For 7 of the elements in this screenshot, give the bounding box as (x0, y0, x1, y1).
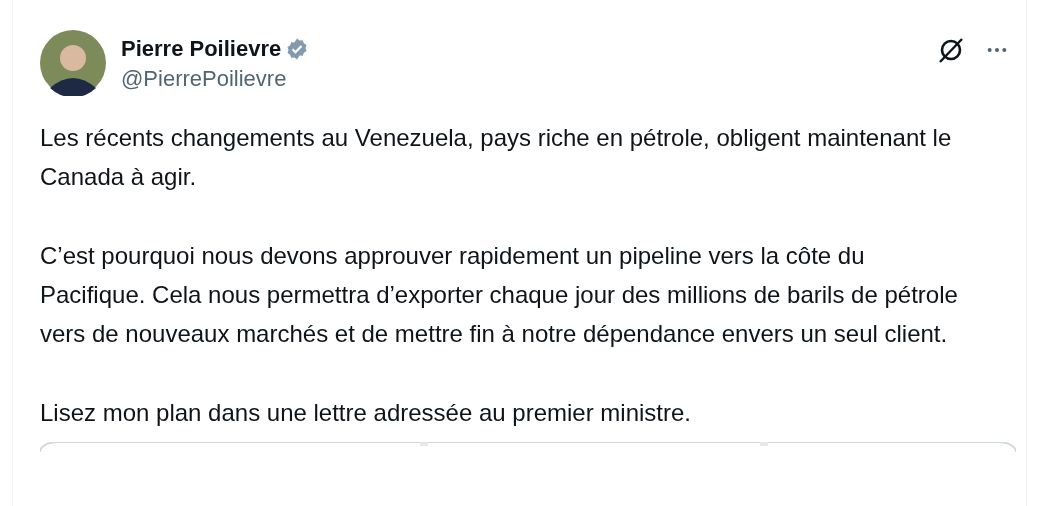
post-text: Lisez mon plan dans une lettre adressée au premier ministre. (40, 398, 692, 428)
post-text: C’est pourquoi nous devons approuver rapidement un pipeline vers la côte du Pacifique. Cela nous permettra d’exporter chaque jour des millions de barils de pétrole vers de nouveaux marchés et de mettre fin à notre dépendance envers un seul client. (40, 241, 959, 349)
avatar[interactable] (40, 30, 106, 96)
author-handle[interactable]: @PierrePoilievre (121, 64, 310, 94)
author-name[interactable]: Pierre Poilievre (121, 34, 282, 64)
post-text: Les récents changements au Venezuela, pays riche en pétrole, obligent maintenant le Canada à agir. (40, 123, 953, 192)
more-icon[interactable] (986, 47, 1008, 53)
